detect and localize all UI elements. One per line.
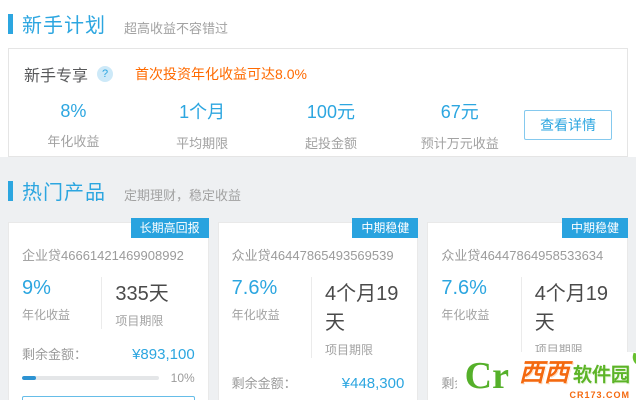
product-rate-col: 7.6% 年化收益 [232,277,311,358]
stat-annual-yield: 8% 年化收益 [9,101,138,150]
product-term-col: 4个月19天 项目期限 [311,277,404,358]
watermark-name-green: 软件园 [572,364,630,386]
stat-value: 1个月 [179,102,226,122]
section-accent-bar [8,180,13,201]
product-name[interactable]: 众业贷46447864958533634 [441,245,614,264]
progress-row: 10% [22,371,195,385]
product-name[interactable]: 众业贷46447865493569539 [232,245,405,264]
stat-value: 8% [60,100,87,121]
invest-now-button[interactable]: 立即投资 [22,396,195,400]
newbie-section-subtitle: 超高收益不容错过 [124,20,229,36]
hot-section-header: 热门产品 定期理财，稳定收益 [8,176,241,205]
stat-min-investment: 100元 起投金额 [267,98,396,152]
product-term: 4个月19天 [325,283,399,334]
product-stats: 7.6% 年化收益 4个月19天 项目期限 [232,277,405,358]
progress-track [22,376,159,380]
remaining-amount-value: ¥448,300 [341,375,405,392]
progress-percent: 10% [170,371,195,385]
product-term: 335天 [115,283,169,305]
watermark-cr-icon: Cr [464,355,509,397]
product-term-col: 4个月19天 项目期限 [520,277,614,358]
product-stats: 7.6% 年化收益 4个月19天 项目期限 [441,277,614,358]
newbie-exclusive-label: 新手专享 [24,68,89,85]
remaining-amount-row: 剩余金额： ¥448,300 [232,373,405,392]
stat-label: 年化收益 [47,133,100,149]
product-rate-col: 9% 年化收益 [22,277,101,329]
product-card-1: 长期高回报 企业贷46661421469908992 9% 年化收益 335天 … [8,218,209,400]
remaining-amount-label: 剩余金额： [22,347,88,362]
hot-section-subtitle: 定期理财，稳定收益 [124,187,242,203]
remaining-amount-value: ¥893,100 [132,346,195,363]
help-question-icon[interactable]: ? [97,66,114,82]
product-rate: 9% [22,277,51,299]
progress-fill [22,376,36,380]
newbie-section-header: 新手计划 超高收益不容错过 [8,9,228,38]
newbie-stats-row: 8% 年化收益 1个月 平均期限 100元 起投金额 67元 预计万元收益 查看… [9,98,627,152]
watermark-text: 西西 软件园 CR173.COM [519,353,630,400]
newbie-section-title: 新手计划 [22,15,106,37]
product-rate-label: 年化收益 [231,308,280,322]
section-accent-bar [8,13,13,34]
product-rate: 7.6% [231,277,278,299]
newbie-panel-top: 新手专享 ? 首次投资年化收益可达8.0% [9,49,627,86]
watermark-domain: CR173.COM [569,389,630,400]
stat-expected-return: 67元 预计万元收益 [395,98,524,152]
stat-label: 预计万元收益 [420,136,499,151]
newbie-panel: 新手专享 ? 首次投资年化收益可达8.0% 8% 年化收益 1个月 平均期限 1… [8,48,628,157]
product-term-label: 项目期限 [115,314,164,328]
leaf-icon [630,352,636,367]
promo-text: 首次投资年化收益可达8.0% [135,66,307,82]
hot-section-title: 热门产品 [22,182,106,204]
view-details-button[interactable]: 查看详情 [524,110,612,140]
stat-label: 起投金额 [304,136,357,151]
product-badge: 中期稳健 [562,218,629,238]
product-badge: 中期稳健 [352,218,419,238]
product-term-label: 项目期限 [325,343,374,357]
product-term: 4个月19天 [534,283,609,334]
product-stats: 9% 年化收益 335天 项目期限 [22,277,195,329]
watermark-logo: Cr 西西 软件园 CR173.COM [456,352,636,400]
product-card-2: 中期稳健 众业贷46447865493569539 7.6% 年化收益 4个月1… [217,218,419,400]
product-name[interactable]: 企业贷46661421469908992 [22,245,195,264]
remaining-amount-label: 剩余金额： [231,376,297,391]
remaining-amount-row: 剩余金额： ¥893,100 [22,344,195,363]
stat-average-term: 1个月 平均期限 [138,98,267,152]
watermark-name-orange: 西西 [518,358,569,387]
page: 新手计划 超高收益不容错过 新手专享 ? 首次投资年化收益可达8.0% 8% 年… [0,0,636,400]
stat-label: 平均期限 [176,136,229,151]
product-term-col: 335天 项目期限 [101,277,194,329]
stat-value: 100元 [306,102,355,122]
product-rate-label: 年化收益 [22,308,71,322]
product-rate-label: 年化收益 [441,308,490,322]
stat-value: 67元 [440,102,479,122]
product-rate-col: 7.6% 年化收益 [441,277,520,358]
product-badge: 长期高回报 [130,218,209,238]
product-rate: 7.6% [441,277,487,299]
